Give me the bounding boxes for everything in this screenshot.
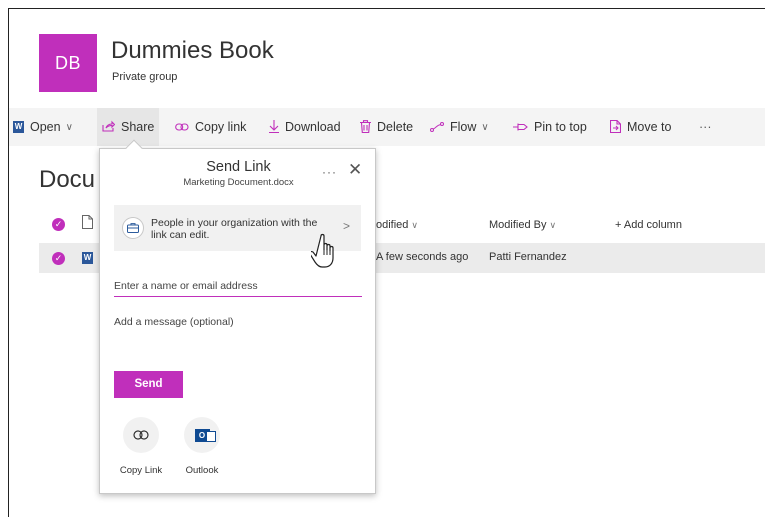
- chevron-down-icon: ∨: [481, 121, 489, 133]
- move-icon: [609, 119, 622, 135]
- copy-link-label: Copy link: [195, 120, 247, 134]
- link-icon: [175, 121, 189, 134]
- send-button[interactable]: Send: [114, 371, 183, 398]
- chevron-right-icon: >: [343, 219, 351, 233]
- delete-label: Delete: [377, 120, 414, 134]
- share-label: Share: [121, 120, 155, 134]
- column-header-modified-label: odified: [376, 219, 409, 231]
- add-column-button[interactable]: + Add column: [615, 219, 682, 231]
- flow-label: Flow: [450, 120, 477, 134]
- recipient-input[interactable]: [114, 275, 362, 297]
- download-icon: [269, 119, 279, 135]
- window-border-top: [8, 8, 765, 9]
- window-border-left: [8, 8, 9, 517]
- permission-text: People in your organization with the lin…: [151, 217, 318, 241]
- open-button[interactable]: W Open ∨: [13, 108, 73, 146]
- move-to-button[interactable]: Move to: [609, 108, 672, 146]
- chevron-down-icon: ∨: [411, 220, 419, 230]
- trash-icon: [360, 119, 371, 135]
- app-window: DB Dummies Book Private group W Open ∨ S…: [0, 0, 765, 517]
- flow-button[interactable]: Flow ∨: [430, 108, 489, 146]
- chevron-down-icon: ∨: [65, 121, 73, 133]
- cell-modified: A few seconds ago: [376, 251, 469, 263]
- close-button[interactable]: ✕: [348, 160, 362, 180]
- word-doc-icon: W: [82, 252, 93, 264]
- hand-cursor-icon: [311, 233, 334, 268]
- copy-link-option-label: Copy Link: [119, 465, 163, 476]
- command-bar: W Open ∨ Share Copy link Download Delete…: [9, 108, 765, 146]
- pin-to-top-label: Pin to top: [534, 120, 587, 134]
- cell-modified-by[interactable]: Patti Fernandez: [489, 251, 567, 263]
- column-header-modified-by-label: Modified By: [489, 219, 547, 231]
- site-logo[interactable]: DB: [39, 34, 97, 92]
- outlook-icon: O: [184, 417, 220, 453]
- message-input[interactable]: [114, 316, 362, 360]
- pin-icon: [513, 121, 528, 134]
- more-options-button[interactable]: ···: [322, 165, 337, 179]
- copy-link-button[interactable]: Copy link: [175, 108, 246, 146]
- flow-icon: [430, 121, 444, 134]
- copy-link-option[interactable]: Copy Link: [116, 417, 166, 483]
- share-icon: [102, 120, 116, 134]
- more-icon: ···: [699, 120, 712, 134]
- outlook-option-label: Outlook: [185, 465, 219, 476]
- move-to-label: Move to: [627, 120, 672, 134]
- more-commands-button[interactable]: ···: [699, 108, 712, 146]
- column-header-modified[interactable]: odified ∨: [376, 219, 418, 231]
- chevron-down-icon: ∨: [549, 220, 557, 230]
- open-label: Open: [30, 120, 61, 134]
- download-button[interactable]: Download: [269, 108, 341, 146]
- row-checkbox[interactable]: ✓: [52, 252, 65, 265]
- link-icon: [123, 417, 159, 453]
- download-label: Download: [285, 120, 341, 134]
- delete-button[interactable]: Delete: [360, 108, 413, 146]
- pin-to-top-button[interactable]: Pin to top: [513, 108, 587, 146]
- column-header-modified-by[interactable]: Modified By ∨: [489, 219, 556, 231]
- file-type-icon: [82, 215, 93, 232]
- organization-icon: [122, 217, 144, 239]
- site-title[interactable]: Dummies Book: [111, 37, 274, 65]
- library-title: Docu: [39, 166, 96, 193]
- share-button[interactable]: Share: [97, 108, 160, 146]
- outlook-option[interactable]: O Outlook: [177, 417, 227, 483]
- word-doc-icon: W: [13, 121, 24, 133]
- send-link-dialog: Send Link Marketing Document.docx ··· ✕ …: [99, 148, 376, 494]
- select-all-checkbox[interactable]: ✓: [52, 218, 65, 231]
- site-subtitle: Private group: [112, 71, 178, 83]
